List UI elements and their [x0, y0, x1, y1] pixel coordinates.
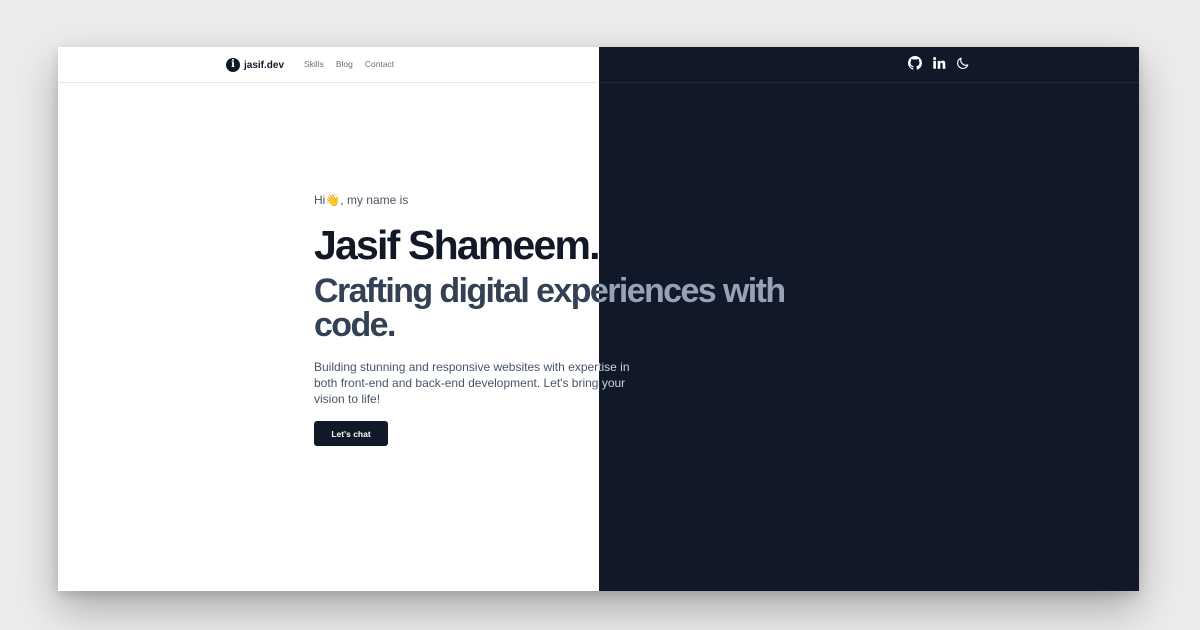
greeting-rest: , my name is [340, 193, 409, 207]
greeting-hi: Hi [314, 193, 326, 207]
browser-viewport: i jasif.dev Skills Blog Contact Hi👋, my … [58, 47, 1139, 591]
hero-description: Building stunning and responsive website… [314, 360, 599, 406]
hero-description-dark: Building stunning and responsive website… [599, 360, 630, 390]
hero-light-clip: Hi👋, my name is Jasif Shameem. Crafting … [58, 47, 599, 591]
hero-tagline: Crafting digital experiences with code. [314, 272, 599, 344]
hero-tagline-dark: Crafting digital experiences with code. [599, 272, 786, 310]
hero-dark-clip: Hi👋, my name is Jasif Shameem. Crafting … [599, 47, 1139, 591]
hero-section-dark: Hi👋, my name is Jasif Shameem. Crafting … [599, 193, 854, 446]
hero-section: Hi👋, my name is Jasif Shameem. Crafting … [314, 193, 599, 446]
lets-chat-button[interactable]: Let's chat [314, 421, 388, 446]
wave-emoji-icon: 👋 [325, 193, 341, 207]
hero-greeting: Hi👋, my name is [314, 193, 599, 209]
hero-greeting-dark: Hi👋, my name is [599, 193, 854, 209]
hero-name-dark: Jasif Shameem. [599, 222, 854, 268]
hero-name: Jasif Shameem. [314, 222, 599, 268]
